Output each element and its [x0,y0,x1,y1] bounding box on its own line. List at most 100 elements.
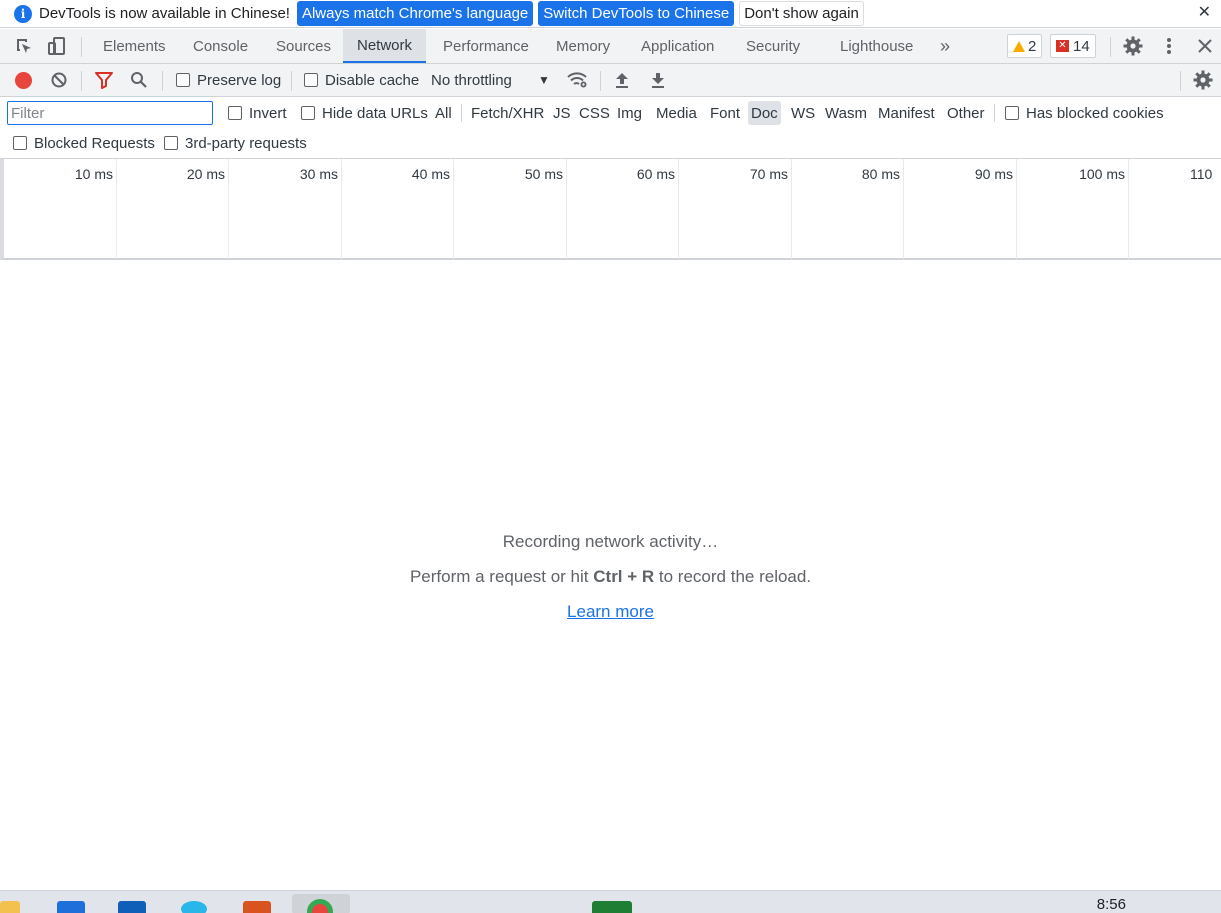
tab-console[interactable]: Console [179,29,262,63]
file-explorer-icon[interactable] [0,901,20,913]
checkbox-icon[interactable] [176,73,190,87]
mail-icon[interactable] [118,901,146,913]
tab-network[interactable]: Network [343,29,427,63]
checkbox-icon[interactable] [304,73,318,87]
divider [1180,71,1181,91]
disable-cache-label: Disable cache [325,71,420,89]
blocked-requests-checkbox[interactable]: Blocked Requests [13,129,155,157]
checkbox-icon[interactable] [164,136,178,150]
gridline [678,159,679,259]
tab-security[interactable]: Security [732,29,814,63]
filter-toggle-button[interactable] [94,64,114,96]
errors-count: 14 [1073,37,1090,55]
type-filter-wasm[interactable]: Wasm [822,101,870,125]
checkbox-icon[interactable] [1005,106,1019,120]
filter-icon [95,72,113,89]
warning-icon [1013,40,1025,52]
type-filter-font[interactable]: Font [707,101,743,125]
third-party-requests-checkbox[interactable]: 3rd-party requests [164,129,307,157]
divider [994,104,995,122]
recording-message: Recording network activity… [502,532,719,551]
gridline [453,159,454,259]
export-har-button[interactable] [650,64,666,96]
store-icon[interactable] [57,901,85,913]
type-filter-fetch-xhr[interactable]: Fetch/XHR [468,101,547,125]
tab-performance[interactable]: Performance [429,29,543,63]
warnings-badge[interactable]: 2 [1007,34,1043,58]
clear-button[interactable] [50,64,68,96]
app-icon[interactable] [181,901,207,913]
gridline [1128,159,1129,259]
timeline-overview[interactable]: 10 ms 20 ms 30 ms 40 ms 50 ms 60 ms 70 m… [0,159,1221,260]
type-filter-other[interactable]: Other [944,101,988,125]
errors-badge[interactable]: ✕ 14 [1050,34,1096,58]
dont-show-again-button[interactable]: Don't show again [739,1,864,26]
gridline [1016,159,1017,259]
chevron-down-icon[interactable]: ▼ [538,64,550,96]
tick-label: 10 ms [74,166,113,182]
tick-label: 40 ms [411,166,450,182]
checkbox-icon[interactable] [301,106,315,120]
type-filter-img[interactable]: Img [614,101,645,125]
tab-memory[interactable]: Memory [542,29,624,63]
download-icon [652,73,664,88]
type-filter-css[interactable]: CSS [576,101,613,125]
divider [461,104,462,122]
throttling-select[interactable]: No throttling [431,64,512,96]
warnings-count: 2 [1028,37,1037,55]
divider [81,37,82,57]
tab-lighthouse[interactable]: Lighthouse [826,29,927,63]
chrome-taskbar-button[interactable] [292,894,350,913]
taskbar-clock[interactable]: 8:56 [1097,896,1126,913]
search-icon [131,72,147,88]
checkbox-icon[interactable] [13,136,27,150]
filter-input[interactable] [7,101,213,125]
type-filter-media[interactable]: Media [653,101,700,125]
tick-label: 110 [1190,166,1213,182]
divider [81,71,82,91]
error-icon: ✕ [1056,40,1069,52]
device-toolbar-icon[interactable] [46,35,68,57]
tab-elements[interactable]: Elements [89,29,180,63]
filter-bar: Invert Hide data URLs All Fetch/XHR JS C… [0,97,1221,159]
settings-gear-icon[interactable] [1122,35,1144,57]
tick-label: 100 ms [1079,166,1125,182]
type-filter-manifest[interactable]: Manifest [875,101,938,125]
divider [162,71,163,91]
kebab-menu-icon[interactable] [1158,35,1180,57]
divider [600,71,601,91]
settings-gear-icon [1193,70,1213,90]
gridline [566,159,567,259]
has-blocked-cookies-label: Has blocked cookies [1026,104,1164,122]
network-settings-button[interactable] [1193,64,1213,96]
disable-cache-checkbox[interactable]: Disable cache [304,64,419,96]
record-icon [15,71,32,89]
more-tabs-button[interactable]: » [926,29,964,63]
switch-to-chinese-button[interactable]: Switch DevTools to Chinese [538,1,735,26]
invert-checkbox[interactable]: Invert [228,99,287,127]
close-icon[interactable]: ✕ [1198,2,1211,22]
search-button[interactable] [130,64,148,96]
type-filter-doc[interactable]: Doc [748,101,781,125]
tab-application[interactable]: Application [627,29,728,63]
record-button[interactable] [15,64,32,96]
app-icon[interactable] [592,901,632,913]
preserve-log-checkbox[interactable]: Preserve log [176,64,281,96]
tab-sources[interactable]: Sources [262,29,345,63]
has-blocked-cookies-checkbox[interactable]: Has blocked cookies [1005,99,1164,127]
learn-more-link[interactable]: Learn more [567,602,654,621]
type-filter-all[interactable]: All [432,101,455,125]
office-icon[interactable] [243,901,271,913]
type-filter-ws[interactable]: WS [788,101,818,125]
inspect-element-icon[interactable] [13,35,35,57]
close-devtools-icon[interactable] [1194,35,1216,57]
gridline [791,159,792,259]
always-match-language-button[interactable]: Always match Chrome's language [296,1,534,26]
checkbox-icon[interactable] [228,106,242,120]
wifi-settings-icon [567,72,587,88]
type-filter-js[interactable]: JS [550,101,574,125]
hide-data-urls-checkbox[interactable]: Hide data URLs [301,99,428,127]
network-conditions-button[interactable] [567,64,589,96]
throttling-value: No throttling [431,71,512,89]
import-har-button[interactable] [614,64,630,96]
